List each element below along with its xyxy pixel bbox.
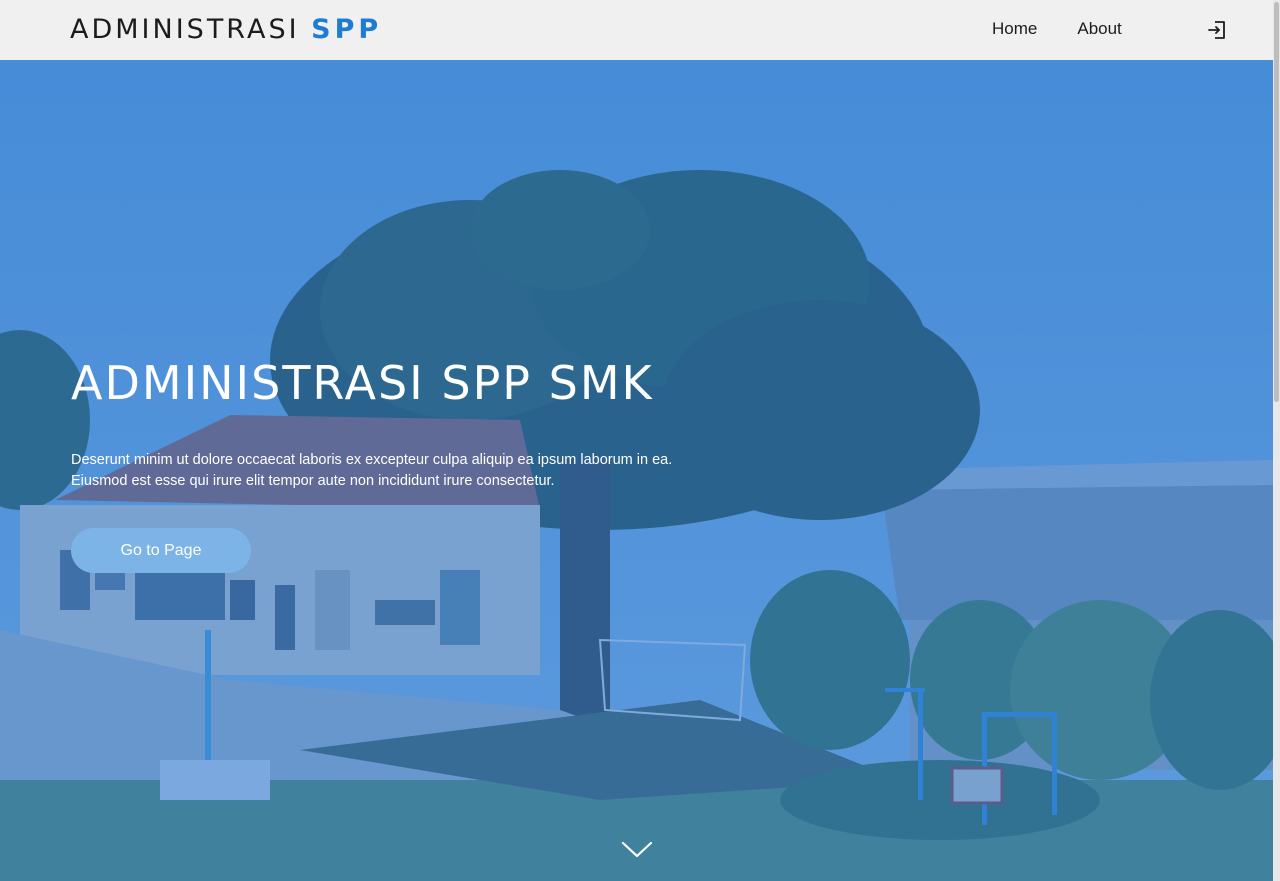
hero-description-line-1: Deserunt minim ut dolore occaecat labori… [71,452,673,468]
hero-content: ADMINISTRASI SPP SMK Deserunt minim ut d… [71,356,791,573]
brand-logo[interactable]: ADMINISTRASI SPP [70,14,382,45]
hero-section: ADMINISTRASI SPP SMK Deserunt minim ut d… [0,60,1273,881]
login-icon [1208,21,1225,39]
chevron-down-icon [621,841,653,858]
hero-title: ADMINISTRASI SPP SMK [71,356,654,410]
navbar: ADMINISTRASI SPP Home About [0,0,1273,60]
brand-main-text: ADMINISTRASI [70,14,300,45]
nav-links: Home About [992,19,1122,39]
page-scrollbar[interactable] [1273,0,1280,881]
login-button[interactable] [1206,19,1228,41]
nav-link-about[interactable]: About [1077,19,1121,39]
hero-description: Deserunt minim ut dolore occaecat labori… [71,450,751,492]
nav-link-home[interactable]: Home [992,19,1037,39]
scroll-down-button[interactable] [621,839,653,861]
hero-description-line-2: Eiusmod est esse qui irure elit tempor a… [71,473,555,489]
brand-accent-text: SPP [311,14,383,45]
scrollbar-thumb[interactable] [1274,2,1279,402]
go-to-page-button[interactable]: Go to Page [71,528,251,573]
